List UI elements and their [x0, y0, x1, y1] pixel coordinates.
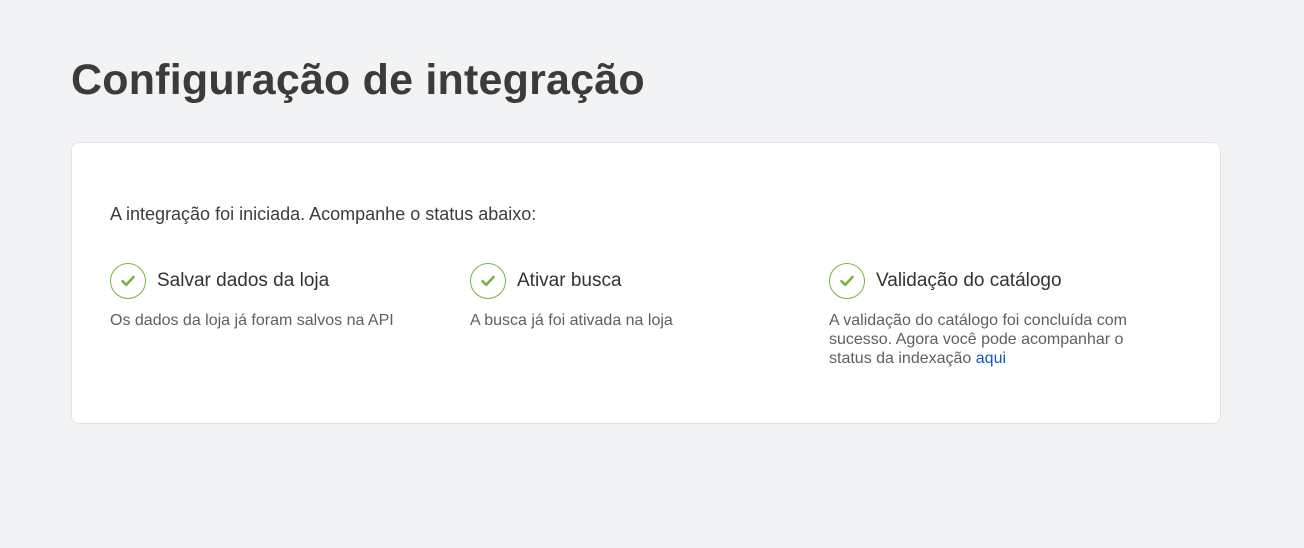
step-catalog-validation: Validação do catálogo A validação do cat… [829, 262, 1159, 368]
step-header: Salvar dados da loja [110, 262, 440, 300]
integration-status-card: A integração foi iniciada. Acompanhe o s… [71, 142, 1221, 424]
status-intro-text: A integração foi iniciada. Acompanhe o s… [110, 204, 537, 224]
step-title: Ativar busca [517, 270, 622, 291]
step-activate-search: Ativar busca A busca já foi ativada na l… [470, 262, 800, 330]
step-description: A busca já foi ativada na loja [470, 312, 673, 329]
step-title: Salvar dados da loja [157, 270, 330, 291]
step-header: Ativar busca [470, 262, 800, 300]
step-description: A validação do catálogo foi concluída co… [829, 311, 1159, 368]
check-circle-icon [110, 263, 146, 299]
step-header: Validação do catálogo [829, 262, 1159, 300]
check-circle-icon [829, 263, 865, 299]
page-title: Configuração de integração [71, 56, 645, 104]
step-title: Validação do catálogo [876, 270, 1062, 291]
check-circle-icon [470, 263, 506, 299]
step-save-store-data: Salvar dados da loja Os dados da loja já… [110, 262, 440, 330]
indexing-status-link[interactable]: aqui [976, 350, 1006, 367]
step-description: Os dados da loja já foram salvos na API [110, 312, 394, 329]
